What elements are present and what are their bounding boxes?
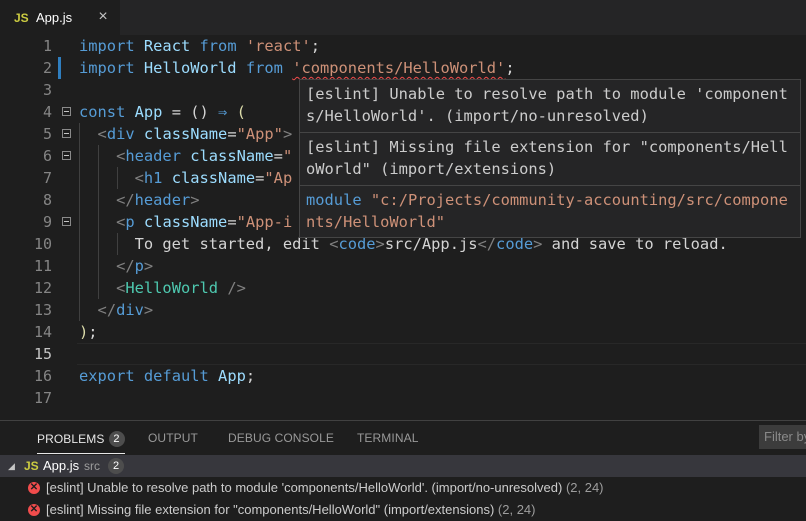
- line-number: 11: [33, 257, 52, 275]
- javascript-file-icon: JS: [14, 10, 29, 25]
- chevron-down-icon[interactable]: ◢: [8, 455, 15, 477]
- line-number: 10: [33, 235, 52, 253]
- code-line: const App = () ⇒ (: [79, 103, 246, 121]
- fold-toggle-icon[interactable]: [62, 151, 71, 160]
- code-line: import HelloWorld from 'components/Hello…: [79, 59, 515, 77]
- fold-toggle-icon[interactable]: [62, 129, 71, 138]
- module-keyword: module: [306, 191, 362, 209]
- code-line: export default App;: [79, 367, 256, 385]
- problem-row[interactable]: ✕ [eslint] Unable to resolve path to mod…: [0, 477, 806, 499]
- problem-location: (2, 24): [565, 480, 604, 495]
- tab-output[interactable]: OUTPUT: [148, 431, 198, 445]
- line-number: 9: [42, 213, 52, 231]
- problem-text-wrap: [eslint] Missing file extension for "com…: [46, 499, 536, 521]
- line-number: 12: [33, 279, 52, 297]
- code-line: <header className=": [116, 147, 293, 165]
- code-line: );: [79, 323, 98, 341]
- hover-message: [eslint] Missing file extension for "com…: [300, 133, 800, 186]
- problems-file-dir: src: [84, 459, 100, 473]
- code-line: <h1 className="Ap: [134, 169, 293, 187]
- modified-line-indicator: [58, 57, 61, 79]
- line-number: 16: [33, 367, 52, 385]
- code-line: <HelloWorld />: [116, 279, 246, 297]
- problem-row[interactable]: ✕ [eslint] Missing file extension for "c…: [0, 499, 806, 521]
- line-number: 13: [33, 301, 52, 319]
- problem-message: [eslint] Unable to resolve path to modul…: [46, 480, 563, 495]
- code-line: <p className="App-i: [116, 213, 293, 231]
- line-number: 7: [42, 169, 52, 187]
- problems-file-name: App.js: [43, 458, 80, 473]
- fold-toggle-icon[interactable]: [62, 217, 71, 226]
- line-number: 3: [42, 81, 52, 99]
- module-path: "c:/Projects/community-accounting/src/co…: [306, 191, 788, 231]
- javascript-file-icon: JS: [24, 459, 39, 473]
- code-line: import React from 'react';: [79, 37, 321, 55]
- hover-module-info: module "c:/Projects/community-accounting…: [300, 186, 800, 238]
- bottom-panel: PROBLEMS 2 OUTPUT DEBUG CONSOLE TERMINAL …: [0, 420, 806, 521]
- line-number: 8: [42, 191, 52, 209]
- line-number: 17: [33, 389, 52, 407]
- close-icon[interactable]: ×: [94, 8, 112, 26]
- problem-message: [eslint] Missing file extension for "com…: [46, 502, 495, 517]
- file-problem-count-badge: 2: [108, 458, 124, 474]
- line-number: 1: [42, 37, 52, 55]
- line-number: 14: [33, 323, 52, 341]
- problem-location: (2, 24): [497, 502, 536, 517]
- error-icon: ✕: [28, 482, 40, 494]
- tab-terminal[interactable]: TERMINAL: [357, 431, 418, 445]
- lint-hover-tooltip: [eslint] Unable to resolve path to modul…: [299, 79, 801, 238]
- code-line: </div>: [97, 301, 154, 319]
- code-line: <div className="App">: [97, 125, 293, 143]
- current-line-highlight: [77, 343, 806, 365]
- problems-file-row[interactable]: ◢ JS App.js src 2: [0, 455, 806, 477]
- line-number: 5: [42, 125, 52, 143]
- error-icon: ✕: [28, 504, 40, 516]
- line-number: 6: [42, 147, 52, 165]
- line-number: 4: [42, 103, 52, 121]
- code-line: </header>: [116, 191, 200, 209]
- fold-toggle-icon[interactable]: [62, 107, 71, 116]
- tab-problems-label: PROBLEMS: [37, 432, 105, 446]
- problems-count-badge: 2: [108, 431, 125, 447]
- line-number: 2: [42, 59, 52, 77]
- editor-tab-bar: JS App.js ×: [0, 0, 806, 35]
- line-number: 15: [33, 345, 52, 363]
- tab-problems[interactable]: PROBLEMS 2: [37, 431, 125, 454]
- tab-label: App.js: [36, 10, 73, 25]
- problem-text-wrap: [eslint] Unable to resolve path to modul…: [46, 477, 604, 499]
- tab-app-js[interactable]: JS App.js ×: [0, 0, 120, 35]
- hover-message: [eslint] Unable to resolve path to modul…: [300, 80, 800, 133]
- code-line: </p>: [116, 257, 154, 275]
- problems-filter-input[interactable]: Filter by: [759, 425, 806, 449]
- tab-debug-console[interactable]: DEBUG CONSOLE: [228, 431, 334, 445]
